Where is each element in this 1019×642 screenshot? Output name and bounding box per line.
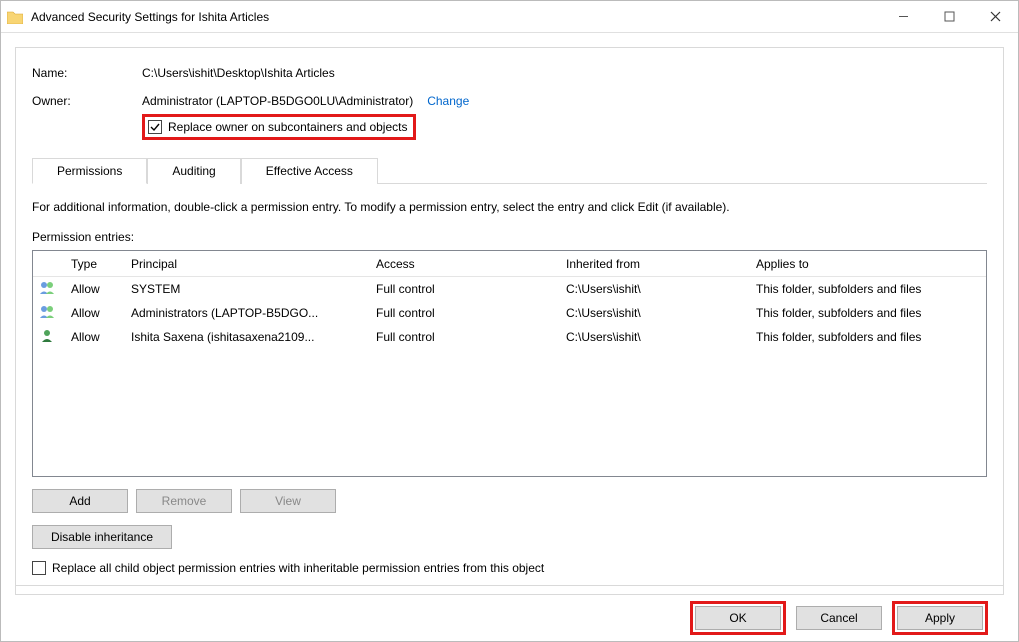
- table-row[interactable]: Allow Ishita Saxena (ishitasaxena2109...…: [33, 325, 986, 349]
- minimize-button[interactable]: [880, 1, 926, 32]
- highlight-ok: OK: [690, 601, 786, 635]
- owner-row: Owner: Administrator (LAPTOP-B5DGO0LU\Ad…: [32, 94, 987, 108]
- tab-auditing[interactable]: Auditing: [147, 158, 240, 184]
- tab-body: For additional information, double-click…: [32, 183, 987, 586]
- owner-value: Administrator (LAPTOP-B5DGO0LU\Administr…: [142, 94, 413, 108]
- replace-owner-label: Replace owner on subcontainers and objec…: [168, 120, 407, 134]
- main-panel: Name: C:\Users\ishit\Desktop\Ishita Arti…: [15, 47, 1004, 595]
- replace-owner-checkbox[interactable]: [148, 120, 162, 134]
- cell-type: Allow: [65, 306, 125, 320]
- cell-principal: Ishita Saxena (ishitasaxena2109...: [125, 330, 370, 344]
- maximize-button[interactable]: [926, 1, 972, 32]
- disable-inheritance-button[interactable]: Disable inheritance: [32, 525, 172, 549]
- col-inherited-header[interactable]: Inherited from: [560, 257, 750, 271]
- name-value: C:\Users\ishit\Desktop\Ishita Articles: [142, 66, 335, 80]
- tabs: Permissions Auditing Effective Access: [32, 158, 987, 184]
- highlight-replace-owner: Replace owner on subcontainers and objec…: [142, 114, 416, 140]
- name-row: Name: C:\Users\ishit\Desktop\Ishita Arti…: [32, 66, 987, 80]
- footer-separator: [16, 585, 1003, 586]
- dialog-footer: OK Cancel Apply: [15, 595, 1004, 641]
- table-row[interactable]: Allow SYSTEM Full control C:\Users\ishit…: [33, 277, 986, 301]
- remove-button: Remove: [136, 489, 232, 513]
- cell-inherited: C:\Users\ishit\: [560, 282, 750, 296]
- highlight-apply: Apply: [892, 601, 988, 635]
- cancel-wrap: Cancel: [796, 606, 882, 630]
- table-row[interactable]: Allow Administrators (LAPTOP-B5DGO... Fu…: [33, 301, 986, 325]
- col-principal-header[interactable]: Principal: [125, 257, 370, 271]
- col-type-header[interactable]: Type: [65, 257, 125, 271]
- tab-permissions[interactable]: Permissions: [32, 158, 147, 184]
- name-label: Name:: [32, 66, 142, 80]
- tab-effective-access[interactable]: Effective Access: [241, 158, 378, 184]
- folder-icon: [7, 10, 23, 24]
- owner-label: Owner:: [32, 94, 142, 108]
- titlebar: Advanced Security Settings for Ishita Ar…: [1, 1, 1018, 33]
- security-settings-window: Advanced Security Settings for Ishita Ar…: [0, 0, 1019, 642]
- cell-applies: This folder, subfolders and files: [750, 306, 986, 320]
- cell-principal: Administrators (LAPTOP-B5DGO...: [125, 306, 370, 320]
- window-title: Advanced Security Settings for Ishita Ar…: [31, 10, 880, 24]
- cell-principal: SYSTEM: [125, 282, 370, 296]
- col-access-header[interactable]: Access: [370, 257, 560, 271]
- apply-button[interactable]: Apply: [897, 606, 983, 630]
- cancel-button[interactable]: Cancel: [796, 606, 882, 630]
- cell-access: Full control: [370, 306, 560, 320]
- cell-applies: This folder, subfolders and files: [750, 282, 986, 296]
- col-applies-header[interactable]: Applies to: [750, 257, 986, 271]
- permission-entries-table[interactable]: Type Principal Access Inherited from App…: [32, 250, 987, 477]
- info-text: For additional information, double-click…: [32, 200, 987, 214]
- replace-child-row: Replace all child object permission entr…: [32, 561, 987, 575]
- replace-child-label: Replace all child object permission entr…: [52, 561, 544, 575]
- change-owner-link[interactable]: Change: [427, 94, 469, 108]
- replace-owner-row: Replace owner on subcontainers and objec…: [142, 114, 987, 140]
- window-controls: [880, 1, 1018, 32]
- group-icon: [33, 281, 65, 298]
- table-header: Type Principal Access Inherited from App…: [33, 251, 986, 277]
- cell-inherited: C:\Users\ishit\: [560, 306, 750, 320]
- cell-inherited: C:\Users\ishit\: [560, 330, 750, 344]
- cell-access: Full control: [370, 282, 560, 296]
- replace-child-checkbox[interactable]: [32, 561, 46, 575]
- cell-type: Allow: [65, 282, 125, 296]
- cell-type: Allow: [65, 330, 125, 344]
- user-icon: [33, 329, 65, 346]
- entry-buttons: Add Remove View: [32, 489, 987, 513]
- view-button: View: [240, 489, 336, 513]
- group-icon: [33, 305, 65, 322]
- cell-access: Full control: [370, 330, 560, 344]
- ok-button[interactable]: OK: [695, 606, 781, 630]
- cell-applies: This folder, subfolders and files: [750, 330, 986, 344]
- entries-label: Permission entries:: [32, 230, 987, 244]
- content-area: Name: C:\Users\ishit\Desktop\Ishita Arti…: [1, 33, 1018, 641]
- add-button[interactable]: Add: [32, 489, 128, 513]
- close-button[interactable]: [972, 1, 1018, 32]
